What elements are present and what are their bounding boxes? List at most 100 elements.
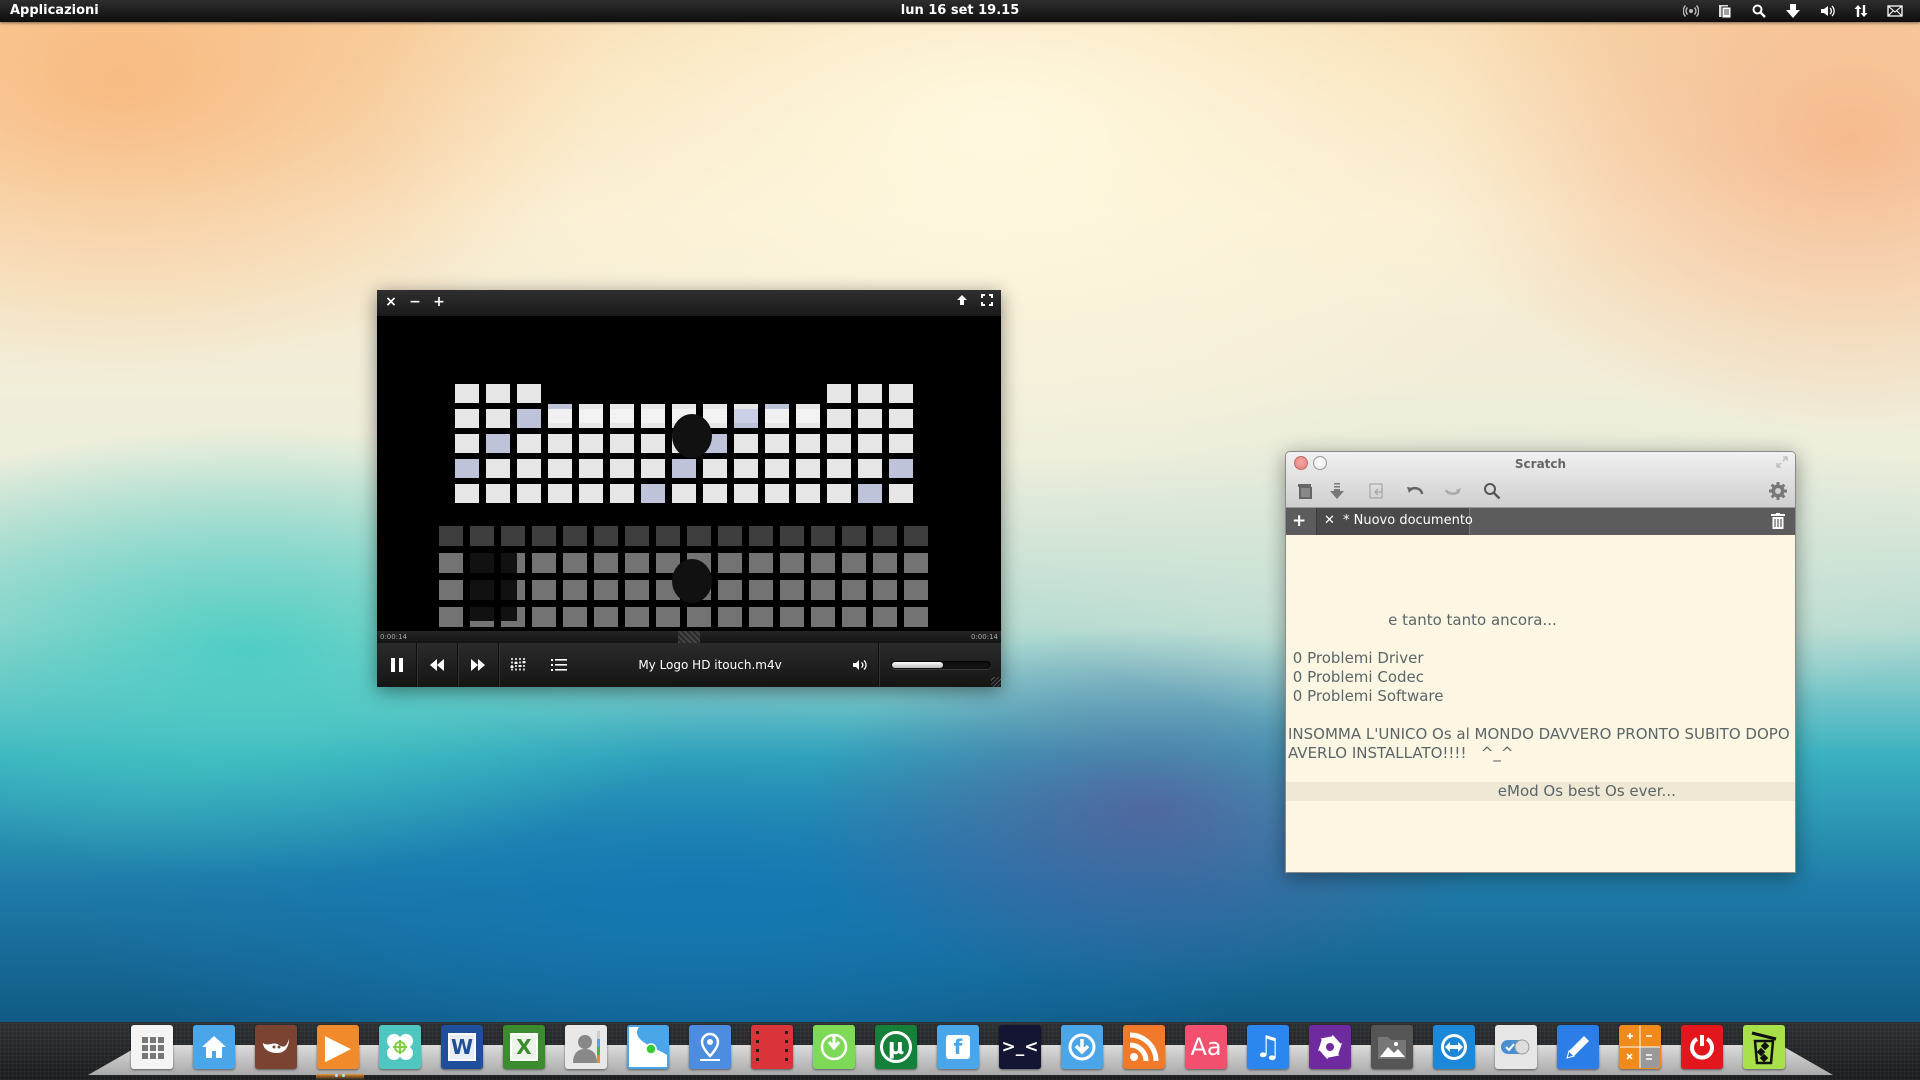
volume-icon xyxy=(852,660,867,670)
text-editor-area[interactable]: e tanto tanto ancora... 0 Problemi Drive… xyxy=(1286,535,1795,839)
dock-item-teamviewer[interactable] xyxy=(1433,1025,1475,1069)
network-icon[interactable] xyxy=(1844,0,1878,22)
dock-item-image-viewer[interactable] xyxy=(1371,1025,1413,1069)
fast-forward-button[interactable] xyxy=(458,643,499,687)
terminal-icon: >_< xyxy=(1001,1037,1039,1057)
volume-icon[interactable] xyxy=(1810,0,1844,22)
fullscreen-button[interactable] xyxy=(1775,456,1789,470)
rewind-button[interactable] xyxy=(417,643,458,687)
revert-button[interactable] xyxy=(1366,480,1388,502)
top-panel: Applicazioni lun 16 set 19.15 xyxy=(0,0,1920,22)
dock-item-home-folder[interactable] xyxy=(193,1025,235,1069)
dock-item-trash[interactable] xyxy=(1743,1025,1785,1069)
network-manager-icon xyxy=(629,1027,667,1067)
dock-item-text-editor[interactable] xyxy=(1557,1025,1599,1069)
save-button[interactable] xyxy=(1326,480,1348,502)
teamviewer-icon xyxy=(1439,1032,1469,1062)
open-icon xyxy=(1298,484,1312,499)
volume-slider[interactable] xyxy=(891,661,991,669)
search-icon xyxy=(1484,483,1501,500)
video-player-window: × − + 0:00:14 0:00:14 My Logo HD itouch.… xyxy=(377,290,1001,687)
playlist-icon xyxy=(551,659,567,671)
applications-menu[interactable]: Applicazioni xyxy=(10,3,99,18)
dock-item-shortcuts[interactable] xyxy=(379,1025,421,1069)
search-button[interactable] xyxy=(1481,480,1503,502)
seek-handle[interactable] xyxy=(678,631,700,643)
close-tab-button[interactable]: ✕ xyxy=(1324,513,1335,528)
dock-item-terminal[interactable]: >_< xyxy=(999,1025,1041,1069)
dock-item-facebook[interactable]: f xyxy=(937,1025,979,1069)
dock-item-music[interactable]: ♫ xyxy=(1247,1025,1289,1069)
dock-item-update-manager[interactable] xyxy=(1061,1025,1103,1069)
equalizer-button[interactable] xyxy=(499,643,539,687)
system-settings-icon xyxy=(1500,1037,1532,1057)
dock-item-contacts[interactable] xyxy=(565,1025,607,1069)
tab-nuovo-documento[interactable]: ✕ * Nuovo documento xyxy=(1316,508,1473,535)
search-icon[interactable] xyxy=(1742,0,1776,22)
mute-button[interactable] xyxy=(841,643,879,687)
player-minimize-button[interactable]: − xyxy=(406,293,424,311)
image-viewer-icon xyxy=(1376,1033,1408,1061)
dock-item-apps-launcher[interactable] xyxy=(131,1025,173,1069)
fast-forward-icon xyxy=(471,659,485,671)
wireless-icon[interactable] xyxy=(1674,0,1708,22)
dock-item-maps[interactable] xyxy=(689,1025,731,1069)
dock-item-calculator[interactable] xyxy=(1619,1025,1661,1069)
update-manager-icon xyxy=(1067,1032,1097,1062)
editor-line: 0 Problemi Driver xyxy=(1288,649,1424,667)
dock-item-network-manager[interactable] xyxy=(627,1025,669,1069)
player-maximize-button[interactable]: + xyxy=(430,293,448,311)
media-player-icon: ▶ xyxy=(324,1027,352,1067)
player-close-button[interactable]: × xyxy=(382,293,400,311)
word-icon: W xyxy=(448,1033,476,1061)
editor-line: INSOMMA L'UNICO Os al MONDO DAVVERO PRON… xyxy=(1288,725,1790,743)
settings-button[interactable] xyxy=(1767,480,1789,502)
new-tab-button[interactable]: + xyxy=(1292,511,1306,531)
editor-line: 0 Problemi Codec xyxy=(1288,668,1424,686)
dock-item-download-manager[interactable] xyxy=(813,1025,855,1069)
clock[interactable]: lun 16 set 19.15 xyxy=(901,3,1020,18)
dock-item-utorrent[interactable]: µ xyxy=(875,1025,917,1069)
open-button[interactable] xyxy=(1294,480,1316,502)
dock-item-media-player[interactable]: ▶ xyxy=(317,1025,359,1069)
equalizer-icon xyxy=(510,658,526,672)
volume-level xyxy=(892,662,943,668)
contacts-icon xyxy=(572,1031,600,1063)
scratch-headerbar[interactable]: Scratch xyxy=(1286,452,1795,508)
video-display[interactable] xyxy=(377,316,1001,631)
facebook-icon: f xyxy=(946,1035,970,1059)
fullscreen-button[interactable] xyxy=(978,293,996,311)
dock-item-rss-reader[interactable] xyxy=(1123,1025,1165,1069)
clipboard-icon[interactable] xyxy=(1708,0,1742,22)
dock-item-dictionary[interactable]: Aa xyxy=(1185,1025,1227,1069)
excel-icon: X xyxy=(510,1033,538,1061)
shotwell-icon xyxy=(1314,1031,1346,1063)
shortcuts-icon xyxy=(385,1032,415,1062)
mail-icon[interactable] xyxy=(1878,0,1912,22)
dock-item-system-settings[interactable] xyxy=(1495,1025,1537,1069)
redo-button[interactable] xyxy=(1442,480,1464,502)
player-titlebar[interactable]: × − + xyxy=(377,290,1001,316)
dock-item-word[interactable]: W xyxy=(441,1025,483,1069)
playlist-button[interactable] xyxy=(539,643,579,687)
dock-item-shotwell[interactable] xyxy=(1309,1025,1351,1069)
shutdown-icon xyxy=(1688,1033,1716,1061)
home-folder-icon xyxy=(200,1033,228,1061)
download-icon[interactable] xyxy=(1776,0,1810,22)
resize-grip[interactable] xyxy=(991,677,1001,687)
dock-item-video-editor[interactable] xyxy=(751,1025,793,1069)
clear-button[interactable] xyxy=(1771,513,1785,533)
dock-item-shutdown[interactable] xyxy=(1681,1025,1723,1069)
scratch-editor-window: Scratch + ✕ * Nuovo documento e tanto ta… xyxy=(1285,451,1796,873)
always-on-top-button[interactable] xyxy=(953,293,971,311)
undo-button[interactable] xyxy=(1404,480,1426,502)
dock-item-excel[interactable]: X xyxy=(503,1025,545,1069)
dock-item-gimp[interactable] xyxy=(255,1025,297,1069)
seek-bar[interactable]: 0:00:14 0:00:14 xyxy=(377,631,1001,643)
calculator-icon xyxy=(1620,1026,1660,1068)
pause-button[interactable] xyxy=(377,643,417,687)
